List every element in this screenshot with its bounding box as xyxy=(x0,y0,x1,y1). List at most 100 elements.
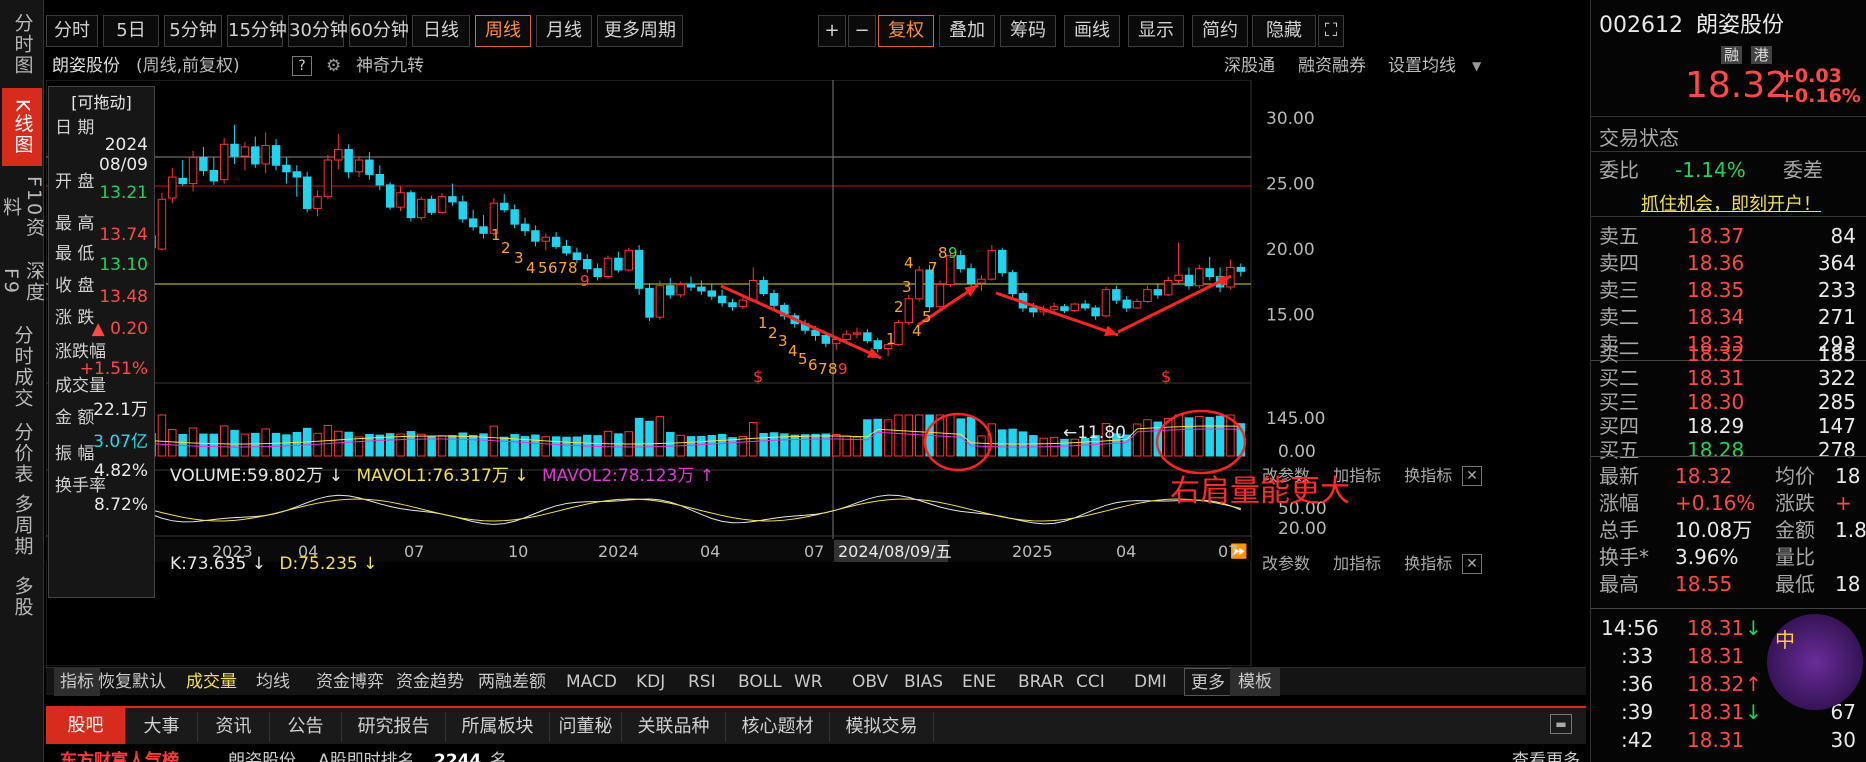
left-nav-item[interactable]: 分价表 xyxy=(2,420,42,486)
candle xyxy=(458,195,468,223)
period-button[interactable]: 5日 xyxy=(103,15,159,47)
indicator-tab[interactable]: RSI xyxy=(688,668,716,696)
ask-row[interactable]: 卖三 18.35 233 xyxy=(1599,276,1866,304)
gear-icon[interactable]: ⚙ xyxy=(326,52,341,80)
indicator-tab[interactable]: 两融差额 xyxy=(478,668,546,696)
indicator-tab[interactable]: BOLL xyxy=(738,668,782,696)
indicator-tab[interactable]: BRAR xyxy=(1018,668,1064,696)
indicator-tab[interactable]: BIAS xyxy=(904,668,943,696)
indicator-tab[interactable]: 恢复默认 xyxy=(98,668,166,696)
kdj-add-link[interactable]: 加指标 xyxy=(1333,554,1381,573)
ask-row[interactable]: 卖二 18.34 271 xyxy=(1599,303,1866,331)
popularity-rank-title[interactable]: 东方财富人气榜 xyxy=(60,746,179,762)
stat-value: 18 xyxy=(1835,464,1861,488)
indicator-tab[interactable]: MACD xyxy=(566,668,617,696)
x-axis-label: 04 xyxy=(1116,542,1136,561)
magic-nine-link[interactable]: 神奇九转 xyxy=(356,52,424,80)
info-tab[interactable]: 关联品种 xyxy=(622,712,726,742)
info-tab[interactable]: 所属板块 xyxy=(446,712,550,742)
candle xyxy=(676,281,685,298)
info-tab[interactable]: 核心题材 xyxy=(726,712,830,742)
data-window[interactable]: [可拖动] 日 期 2024 08/09 开 盘 13.21 最 高 13.74 最 低 13… xyxy=(48,86,155,598)
period-button[interactable]: 更多周期 xyxy=(597,15,683,47)
left-nav-item[interactable]: 分时图 xyxy=(2,8,42,80)
info-tab[interactable]: 资讯 xyxy=(198,712,270,742)
help-button[interactable]: ? xyxy=(292,56,312,76)
info-tab[interactable]: 股吧 xyxy=(46,708,126,744)
mascot-icon[interactable]: 中 xyxy=(1767,614,1863,710)
toolbar-button[interactable]: + xyxy=(818,15,846,47)
indicator-tab[interactable]: WR xyxy=(794,668,823,696)
toolbar-button[interactable]: − xyxy=(848,15,876,47)
volume-bar xyxy=(572,436,582,457)
indicator-tab[interactable]: 资金博弈 xyxy=(316,668,384,696)
td-count-label: 7 xyxy=(818,360,828,378)
info-tab[interactable]: 模拟交易 xyxy=(830,712,934,742)
link-set-ma[interactable]: 设置均线 xyxy=(1388,52,1456,80)
indicator-tab[interactable]: DMI xyxy=(1134,668,1167,696)
left-nav-item[interactable]: 多股 xyxy=(2,564,42,630)
minimize-icon[interactable]: ▬ xyxy=(1550,714,1572,734)
ask-row[interactable]: 卖四 18.36 364 xyxy=(1599,249,1866,277)
indicator-tab[interactable]: OBV xyxy=(852,668,888,696)
left-nav-item[interactable]: K线图 xyxy=(2,88,42,166)
indicator-tab[interactable]: 指标 xyxy=(54,668,100,696)
toolbar-button[interactable]: 叠加 xyxy=(939,15,995,47)
candle xyxy=(717,289,727,307)
indicator-tab[interactable]: CCI xyxy=(1076,668,1105,696)
toolbar-button[interactable]: 简约 xyxy=(1192,15,1248,47)
period-button[interactable]: 60分钟 xyxy=(349,15,409,47)
toolbar-button[interactable]: 筹码 xyxy=(1000,15,1056,47)
period-button[interactable]: 周线 xyxy=(475,15,531,47)
period-button[interactable]: 30分钟 xyxy=(288,15,348,47)
indicator-tab[interactable]: 模板 xyxy=(1230,668,1280,696)
info-tab[interactable]: 研究报告 xyxy=(342,712,446,742)
indicator-tab[interactable]: 更多 xyxy=(1184,668,1232,696)
indicator-tab[interactable]: KDJ xyxy=(636,668,665,696)
left-nav-item[interactable]: F10资料 xyxy=(0,170,45,244)
toolbar-button[interactable]: 画线 xyxy=(1064,15,1120,47)
data-window-label: 最 低 xyxy=(55,244,95,264)
left-nav-item[interactable]: 分时成交 xyxy=(2,318,42,416)
close-icon[interactable]: ✕ xyxy=(1462,466,1482,486)
kline-chart[interactable]: 1234 5 6 7 8912 34 5 6 7 8 9123454 78 9$ $ 30.0025.00… xyxy=(46,80,1586,666)
candle xyxy=(209,157,219,185)
info-tab[interactable]: 公告 xyxy=(270,712,342,742)
kdj-param-link[interactable]: 改参数 xyxy=(1262,554,1310,573)
kdj-switch-link[interactable]: 换指标 xyxy=(1404,554,1452,573)
info-tab[interactable]: 问董秘 xyxy=(550,712,622,742)
candle xyxy=(541,233,551,251)
link-hk-connect[interactable]: 深股通 xyxy=(1224,52,1275,80)
period-button[interactable]: 月线 xyxy=(536,15,592,47)
indicator-tab[interactable]: 成交量 xyxy=(186,668,237,696)
period-button[interactable]: 分时 xyxy=(46,15,98,47)
data-window-label: 换手率 xyxy=(55,476,106,496)
view-more-button[interactable]: 查看更多 xyxy=(1512,746,1580,762)
toolbar-button[interactable]: 隐藏 xyxy=(1252,15,1316,47)
period-button[interactable]: 5分钟 xyxy=(164,15,222,47)
link-margin[interactable]: 融资融券 xyxy=(1298,52,1366,80)
vol-switch-link[interactable]: 换指标 xyxy=(1404,466,1452,485)
indicator-tab[interactable]: 均线 xyxy=(256,668,290,696)
chevron-down-icon[interactable]: ▼ xyxy=(1472,52,1481,80)
ask-row[interactable]: 卖五 18.37 84 xyxy=(1599,222,1866,250)
td-count-label: 2 xyxy=(501,239,511,257)
volume-bar xyxy=(240,433,250,457)
indicator-tab[interactable]: ENE xyxy=(962,668,996,696)
bid-row[interactable]: 买五 18.28 278 xyxy=(1599,436,1866,464)
indicator-tab[interactable]: 资金趋势 xyxy=(396,668,464,696)
left-nav-item[interactable]: 深度F9 xyxy=(0,250,45,314)
toolbar-button[interactable]: 复权 xyxy=(878,15,934,47)
period-button[interactable]: 15分钟 xyxy=(227,15,287,47)
close-icon[interactable]: ✕ xyxy=(1462,554,1482,574)
stat-label: 均价 xyxy=(1775,464,1815,488)
toolbar-button[interactable]: 显示 xyxy=(1128,15,1184,47)
info-tab[interactable]: 大事 xyxy=(126,712,198,742)
promo-link[interactable]: 抓住机会，即刻开户！ xyxy=(1641,190,1821,216)
fullscreen-icon[interactable]: ⛶ xyxy=(1318,15,1344,47)
left-nav-item[interactable]: 多周期 xyxy=(2,490,42,560)
period-button[interactable]: 日线 xyxy=(412,15,470,47)
volume-bar xyxy=(666,431,675,457)
drag-label[interactable]: [可拖动] xyxy=(49,89,154,113)
x-axis-label: 2024/08/09/五 xyxy=(838,542,952,561)
